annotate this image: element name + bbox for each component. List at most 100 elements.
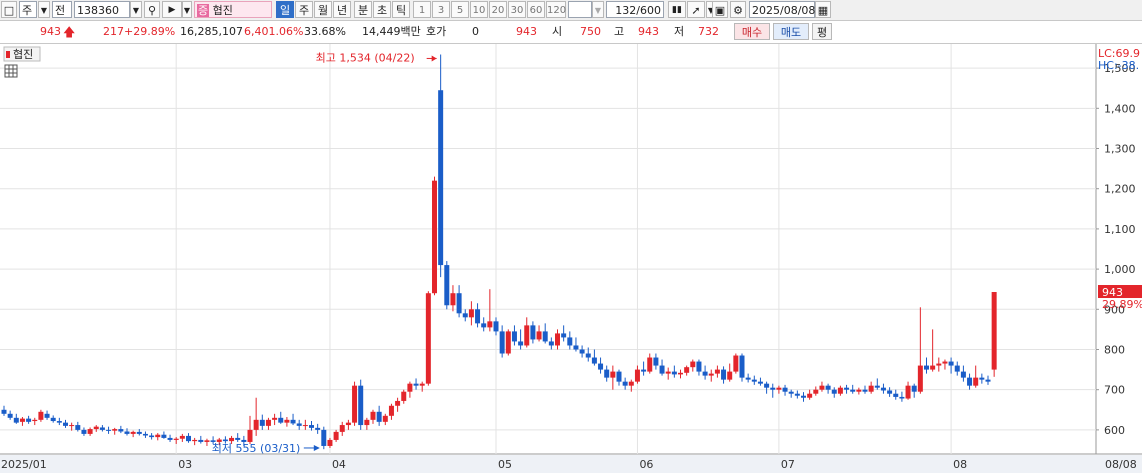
candle-body (893, 393, 899, 397)
period-month[interactable]: 월 (314, 1, 332, 18)
interval-60[interactable]: 60 (527, 1, 545, 18)
candle-body (610, 371, 616, 378)
candle-body (819, 385, 825, 390)
candle-body (413, 383, 419, 386)
candle-body (388, 405, 394, 416)
candle-body (721, 369, 727, 380)
interval-10[interactable]: 10 (470, 1, 488, 18)
price-type-select[interactable]: 전 (52, 1, 72, 18)
candle-body (788, 391, 794, 394)
custom-interval-input[interactable] (568, 1, 592, 18)
interval-5[interactable]: 5 (451, 1, 469, 18)
period-second[interactable]: 초 (373, 1, 391, 18)
data-count-field[interactable]: 132/600 (606, 1, 664, 18)
draw-line-icon[interactable]: ➚ (687, 1, 705, 18)
chart-grid (0, 44, 1142, 473)
low-annotation: 최저 555 (03/31) (212, 442, 301, 455)
y-tick-label: 800 (1104, 343, 1125, 356)
interval-20[interactable]: 20 (489, 1, 507, 18)
candle-body (801, 395, 806, 398)
candle-body (425, 293, 431, 384)
candle-body (376, 411, 382, 422)
open-label: 시 (552, 25, 563, 38)
x-tick-label: 08 (953, 458, 967, 471)
candle-body (770, 387, 776, 390)
save-icon[interactable]: ▣ (712, 1, 728, 18)
candle-body (653, 357, 659, 366)
stock-code-input[interactable]: 138360 (74, 1, 130, 18)
buy-button[interactable]: 매수 (734, 23, 770, 40)
interval-3[interactable]: 3 (432, 1, 450, 18)
x-axis: 2025/01 03 04 05 06 07 08 08/08 (0, 455, 1142, 473)
candle-body (112, 429, 118, 431)
candle-body (739, 355, 745, 378)
candle-body (899, 396, 905, 399)
candle-body (259, 419, 265, 426)
candle-body (444, 265, 450, 306)
candle-body (696, 361, 702, 372)
candle-body (81, 429, 87, 434)
candle-body (604, 369, 610, 378)
interval-30[interactable]: 30 (508, 1, 526, 18)
candle-body (598, 363, 604, 370)
candle-body (979, 377, 985, 380)
hoga-label: 호가 (426, 25, 447, 38)
high-price: 943 (638, 25, 659, 38)
market-select[interactable]: 주 (19, 1, 37, 18)
candle-body (296, 423, 302, 426)
candle-body (764, 383, 770, 388)
eval-button[interactable]: 평 (812, 23, 832, 40)
candle-body (530, 325, 536, 340)
interval-dropdown-icon[interactable]: ▼ (592, 1, 604, 18)
candle-body (229, 437, 235, 442)
calendar-icon[interactable]: ▦ (815, 1, 831, 18)
candle-body (204, 440, 210, 442)
period-week[interactable]: 주 (295, 1, 313, 18)
open-price: 750 (580, 25, 601, 38)
interval-1[interactable]: 1 (413, 1, 431, 18)
code-dropdown-icon[interactable]: ▼ (130, 1, 142, 18)
candle-body (757, 381, 763, 384)
speaker-icon[interactable]: ▶ (162, 1, 182, 18)
candle-body (419, 383, 425, 386)
period-year[interactable]: 년 (333, 1, 351, 18)
candle-body (671, 371, 677, 375)
chart-window-icon[interactable]: □ (1, 1, 17, 18)
candle-body (32, 419, 38, 422)
date-input[interactable]: 2025/08/08 (749, 1, 815, 18)
candle-body (807, 393, 813, 398)
candle-body (837, 387, 843, 394)
interval-120[interactable]: 120 (546, 1, 566, 18)
candle-body (370, 411, 376, 420)
sell-button[interactable]: 매도 (773, 23, 809, 40)
market-dropdown-icon[interactable]: ▼ (38, 1, 50, 18)
candlestick-chart[interactable]: 1,5001,4001,3001,2001,1001,0009008007006… (0, 44, 1142, 473)
candle-body (149, 435, 155, 438)
candle-body (222, 439, 228, 442)
x-tick-label: 2025/01 (1, 458, 47, 471)
candle-settings-icon[interactable]: ▮▮ (668, 1, 686, 18)
stock-name-field[interactable]: 증 협진 (194, 1, 272, 18)
candle-body (186, 435, 191, 442)
candle-body (142, 433, 148, 436)
data-table-icon[interactable] (4, 64, 18, 78)
period-tick[interactable]: 틱 (392, 1, 410, 18)
candle-body (825, 385, 831, 390)
period-minute[interactable]: 분 (354, 1, 372, 18)
candle-body (936, 363, 942, 366)
candle-body (782, 387, 788, 392)
y-tick-label: 1,000 (1104, 263, 1136, 276)
period-day[interactable]: 일 (276, 1, 294, 18)
candle-body (542, 331, 548, 342)
candle-body (352, 385, 358, 423)
speaker-dropdown-icon[interactable]: ▼ (182, 1, 192, 18)
candle-body (345, 422, 351, 426)
candle-body (887, 390, 893, 394)
legend-hc: HC:-38. (1098, 59, 1139, 72)
search-icon[interactable]: ⚲ (144, 1, 160, 18)
gear-icon[interactable]: ⚙ (730, 1, 746, 18)
x-tick-label: 03 (178, 458, 192, 471)
candle-body (69, 425, 75, 427)
candle-body (930, 365, 936, 370)
price-chart[interactable]: 1,500 1,400 1,300 1,200 1,100 1,000 900 800 700 6… (0, 44, 1142, 473)
